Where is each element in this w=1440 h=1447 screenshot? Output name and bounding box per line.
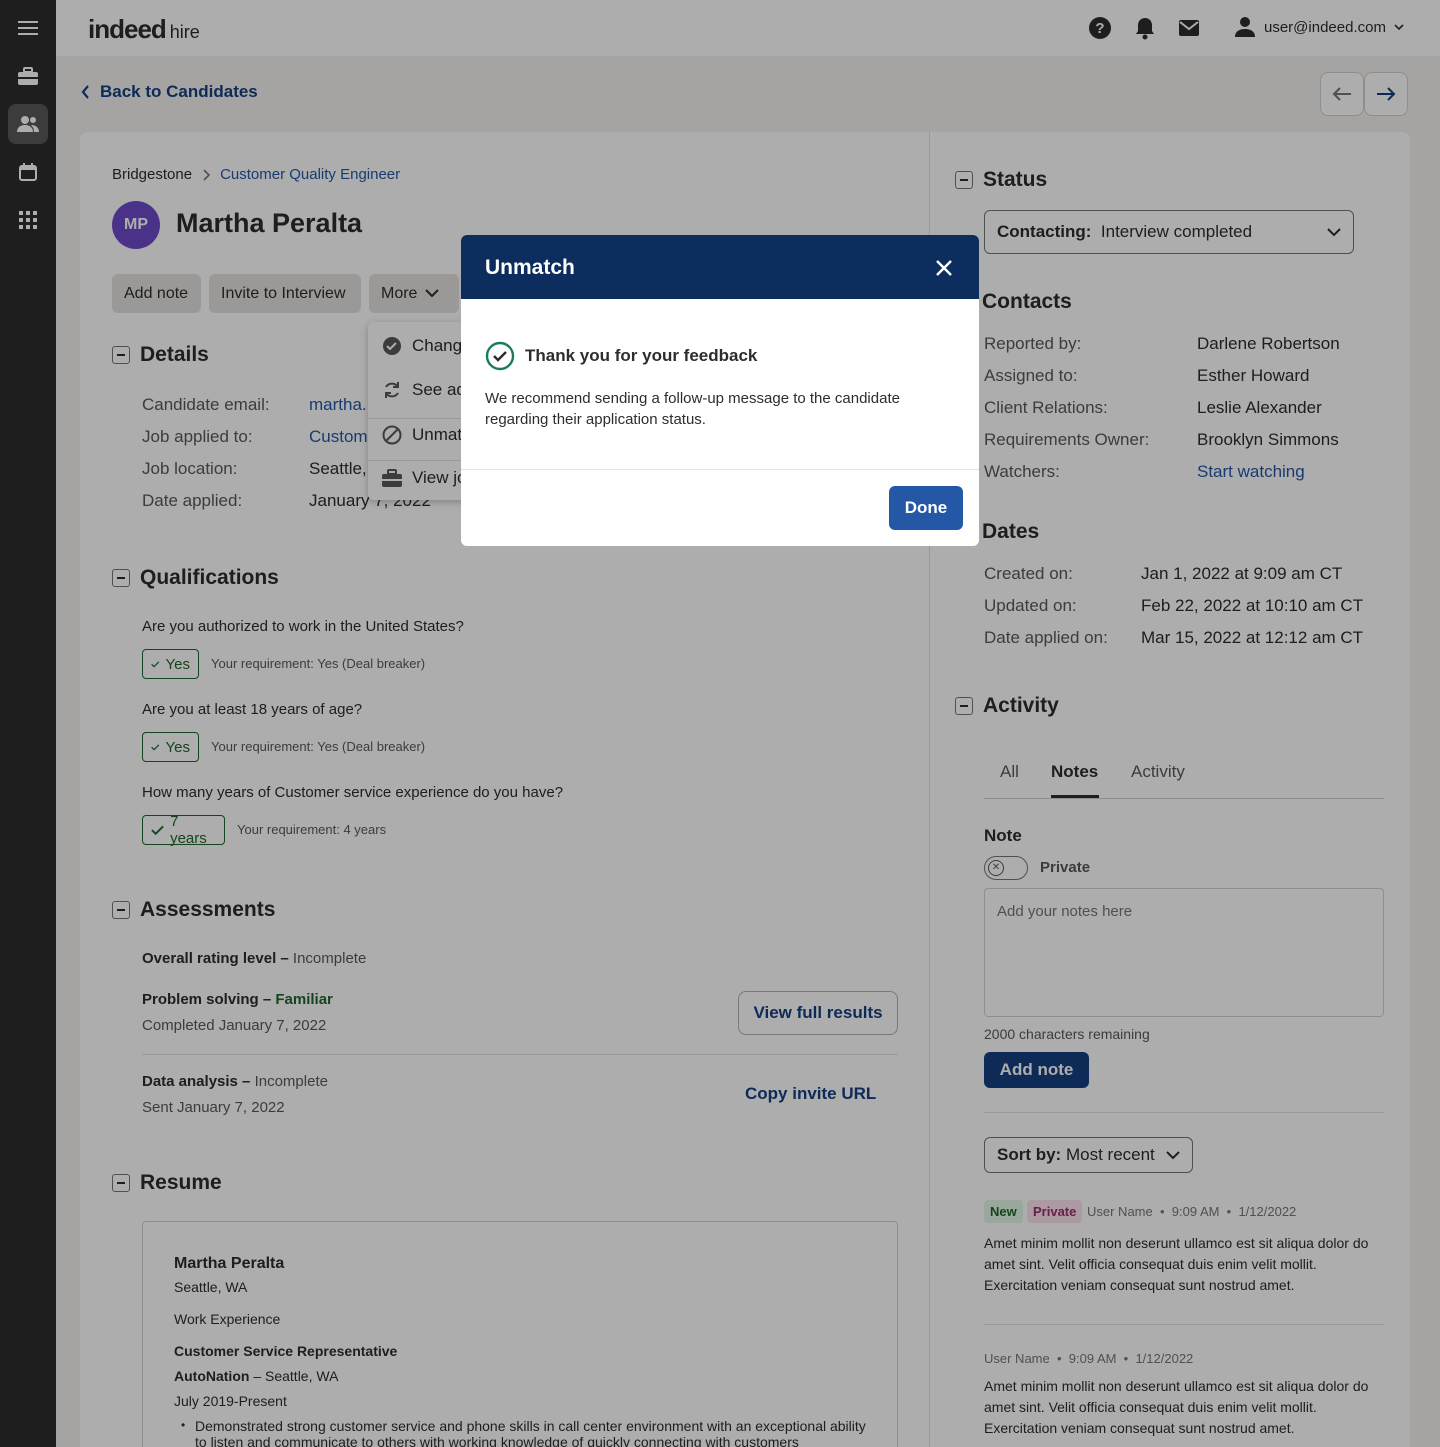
done-button[interactable]: Done <box>889 486 963 530</box>
modal-header: Unmatch <box>461 235 979 299</box>
modal-backdrop[interactable] <box>0 0 1440 1447</box>
modal-title: Unmatch <box>485 256 575 279</box>
modal-footer-divider <box>461 469 979 470</box>
close-icon <box>936 260 952 276</box>
check-circle-icon <box>485 341 515 371</box>
modal-message: We recommend sending a follow-up message… <box>485 390 900 428</box>
close-button[interactable] <box>931 255 957 281</box>
unmatch-modal: Unmatch Thank you for your feedback We r… <box>461 235 979 546</box>
feedback-confirmation: Thank you for your feedback <box>485 341 757 371</box>
